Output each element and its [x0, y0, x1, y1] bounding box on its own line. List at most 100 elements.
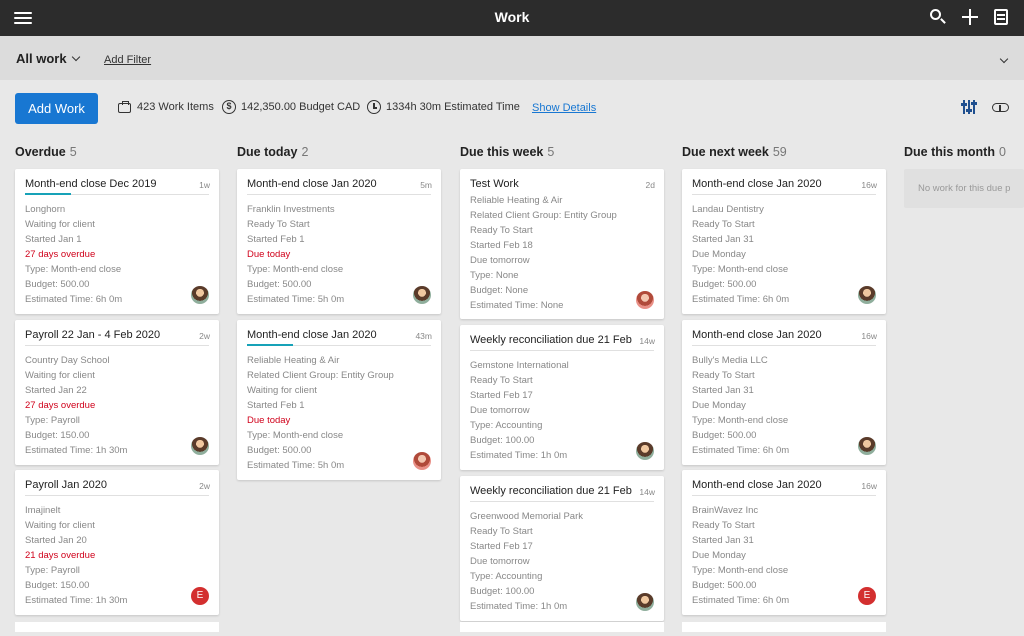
column-title: Due today 2 [237, 145, 308, 159]
work-card-details: Reliable Heating & Air Related Client Gro… [247, 353, 427, 473]
notes-icon[interactable] [991, 7, 1011, 27]
card-divider [692, 495, 876, 496]
cloud-download-icon[interactable] [991, 99, 1011, 115]
assignee-avatar[interactable] [636, 593, 654, 611]
stats-bar: Add Work 423 Work Items $ 142,350.00 Bud… [0, 80, 1024, 138]
assignee-avatar[interactable] [191, 437, 209, 455]
column-name: Overdue [15, 145, 66, 159]
work-card-partial[interactable] [460, 622, 664, 632]
column-title: Due this week 5 [460, 145, 554, 159]
work-card-detail: Ready To Start [247, 219, 310, 230]
show-details-link[interactable]: Show Details [532, 102, 596, 114]
work-card-detail: Started Feb 17 [470, 390, 533, 401]
work-card-details: Imajinelt Waiting for client Started Jan 2… [25, 503, 205, 608]
work-card-detail: Estimated Time: 6h 0m [25, 294, 123, 305]
work-card-age: 16w [861, 481, 877, 491]
work-card[interactable]: Month-end close Jan 2020 43m Reliable Heat… [237, 320, 441, 480]
work-card-details: Reliable Heating & Air Related Client Gro… [470, 193, 650, 313]
work-card-title: Month-end close Jan 2020 [692, 329, 822, 341]
sliders-icon[interactable] [960, 98, 978, 116]
work-card-detail: Budget: 500.00 [692, 580, 757, 591]
work-card[interactable]: Month-end close Jan 2020 5m Franklin Inves… [237, 169, 441, 314]
work-card[interactable]: Payroll 22 Jan - 4 Feb 2020 2w Country Day… [15, 320, 219, 465]
work-card-detail: Bully's Media LLC [692, 355, 768, 366]
column-title: Overdue 5 [15, 145, 77, 159]
work-card-title: Month-end close Jan 2020 [692, 479, 822, 491]
work-card[interactable]: Month-end close Jan 2020 16w Bully's Media… [682, 320, 886, 465]
work-card-detail: Waiting for client [25, 370, 95, 381]
assignee-avatar[interactable]: E [858, 587, 876, 605]
work-card-age: 5m [420, 180, 432, 190]
work-card[interactable]: Test Work 2d Reliable Heating & Air Related… [460, 169, 664, 319]
view-selector[interactable]: All work [16, 51, 80, 66]
work-card-partial[interactable] [15, 622, 219, 632]
work-card-detail: Ready To Start [470, 526, 533, 537]
work-card[interactable]: Weekly reconciliation due 21 Feb 14w Green… [460, 476, 664, 621]
card-divider [25, 495, 209, 496]
work-card-detail: Estimated Time: 1h 30m [25, 445, 128, 456]
work-card-detail: Estimated Time: 5h 0m [247, 460, 345, 471]
assignee-avatar[interactable] [858, 437, 876, 455]
work-card-detail: Started Jan 20 [25, 535, 87, 546]
collapse-toggle[interactable] [995, 52, 1009, 70]
plus-icon[interactable] [960, 7, 980, 27]
work-card-detail: Budget: 500.00 [247, 445, 312, 456]
assignee-avatar[interactable] [413, 286, 431, 304]
work-card-detail: Due Monday [692, 249, 746, 260]
assignee-avatar[interactable]: E [191, 587, 209, 605]
work-items-stat: 423 Work Items [118, 100, 214, 114]
work-card-detail: Started Feb 1 [247, 400, 305, 411]
dollar-icon: $ [222, 100, 236, 114]
assignee-avatar[interactable] [191, 286, 209, 304]
clock-icon [367, 100, 381, 114]
work-card-details: Greenwood Memorial Park Ready To Start Sta… [470, 509, 650, 614]
progress-indicator [25, 193, 71, 195]
work-card-title: Month-end close Jan 2020 [247, 178, 377, 190]
work-card-detail: Type: Month-end close [247, 430, 344, 441]
assignee-avatar[interactable] [636, 291, 654, 309]
work-card-title: Month-end close Dec 2019 [25, 178, 157, 190]
card-divider [25, 345, 209, 346]
work-card-detail: Related Client Group: Entity Group [470, 210, 617, 221]
work-card-details: Longhorn Waiting for client Started Jan 1 2… [25, 202, 205, 307]
work-card-partial[interactable] [682, 622, 886, 632]
search-icon[interactable] [928, 7, 948, 27]
work-card-detail: Started Feb 18 [470, 240, 533, 251]
work-card[interactable]: Month-end close Dec 2019 1w Longhorn Waitin… [15, 169, 219, 314]
work-card-detail: Ready To Start [692, 520, 755, 531]
add-filter-link[interactable]: Add Filter [104, 54, 151, 66]
work-card-detail: Budget: None [470, 285, 529, 296]
work-card[interactable]: Payroll Jan 2020 2w Imajinelt Waiting for c… [15, 470, 219, 615]
work-card[interactable]: Weekly reconciliation due 21 Feb 14w Gemst… [460, 325, 664, 470]
work-card-detail: Type: Month-end close [247, 264, 344, 275]
work-card-detail: Due today [247, 249, 291, 260]
work-card-detail: Reliable Heating & Air [247, 355, 340, 366]
work-card-detail: Budget: 500.00 [692, 279, 757, 290]
work-card-details: Gemstone International Ready To Start Star… [470, 358, 650, 463]
column-count: 2 [301, 145, 309, 159]
add-work-button[interactable]: Add Work [15, 93, 98, 124]
work-card-details: Country Day School Waiting for client Star… [25, 353, 205, 458]
work-card-detail: Waiting for client [25, 520, 95, 531]
assignee-avatar[interactable] [858, 286, 876, 304]
work-card-details: BrainWavez Inc Ready To Start Started Jan … [692, 503, 872, 608]
column-name: Due this month [904, 145, 995, 159]
assignee-avatar[interactable] [413, 452, 431, 470]
work-card-detail: Related Client Group: Entity Group [247, 370, 394, 381]
work-card[interactable]: Month-end close Jan 2020 16w Landau Dentis… [682, 169, 886, 314]
work-card-detail: Due tomorrow [470, 556, 530, 567]
column-count: 0 [998, 145, 1006, 159]
filter-bar: All work Add Filter [0, 36, 1024, 80]
work-card-title: Weekly reconciliation due 21 Feb [470, 334, 632, 346]
work-card-detail: Budget: 150.00 [25, 430, 90, 441]
card-divider [692, 345, 876, 346]
work-card-detail: Reliable Heating & Air [470, 195, 563, 206]
work-card-detail: Started Jan 22 [25, 385, 87, 396]
work-card[interactable]: Month-end close Jan 2020 16w BrainWavez In… [682, 470, 886, 615]
work-card-detail: Estimated Time: 6h 0m [692, 294, 790, 305]
assignee-avatar[interactable] [636, 442, 654, 460]
work-card-detail: Type: None [470, 270, 519, 281]
work-card-detail: Ready To Start [692, 370, 755, 381]
column-name: Due this week [460, 145, 544, 159]
column-count: 59 [772, 145, 787, 159]
